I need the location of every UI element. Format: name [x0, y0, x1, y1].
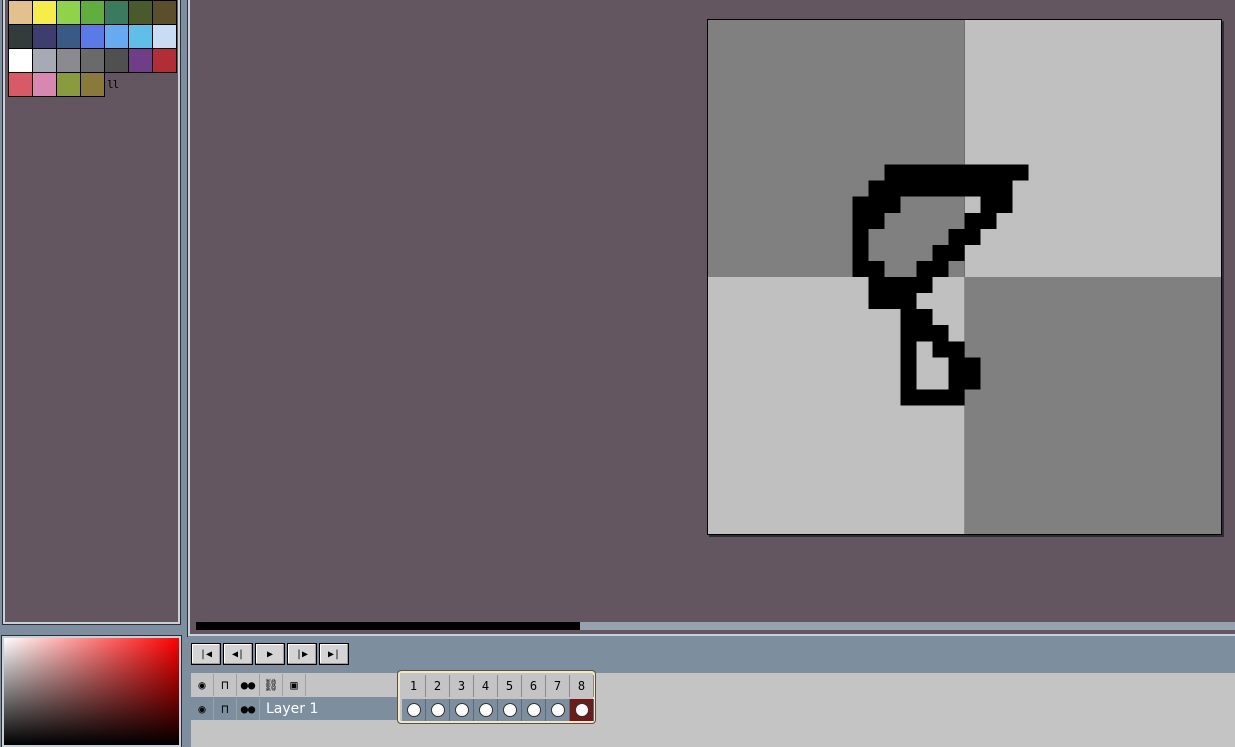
frame-cel[interactable] [426, 699, 450, 721]
palette-grid [8, 0, 177, 97]
frame-cel[interactable] [522, 699, 546, 721]
frame-cel-row [402, 699, 594, 721]
palette-swatch[interactable] [81, 73, 105, 97]
cel-dot-icon [502, 703, 517, 717]
cel-dot-icon [574, 703, 589, 717]
sprite-editor[interactable] [187, 0, 1235, 637]
frame-header[interactable]: 8 [570, 675, 594, 697]
continuous-icon[interactable]: ●● [237, 697, 260, 720]
frame-cel[interactable] [498, 699, 522, 721]
cel-dot-icon [406, 703, 421, 717]
palette-swatch[interactable] [57, 73, 81, 97]
eye-icon[interactable]: ◉ [191, 697, 214, 720]
cel-dot-icon [478, 703, 493, 717]
palette-swatch[interactable] [57, 25, 81, 49]
eye-icon[interactable]: ◉ [191, 673, 214, 696]
frame-header[interactable]: 6 [522, 675, 546, 697]
sprite-canvas[interactable] [707, 19, 1222, 535]
frame-cel[interactable] [450, 699, 474, 721]
palette-swatch[interactable] [33, 49, 57, 73]
palette-swatch[interactable] [153, 1, 177, 25]
frame-cel[interactable] [402, 699, 426, 721]
frame-header[interactable]: 4 [474, 675, 498, 697]
layer-row[interactable]: ◉ ⊓ ●● Layer 1 [191, 697, 397, 720]
last-frame-button[interactable]: ▶| [319, 643, 349, 665]
continuous-icon[interactable]: ●● [237, 673, 260, 696]
layers-area: ◉ ⊓ ●● ⛓ ▣ ◉ ⊓ ●● Layer 1 12345678 [191, 670, 1235, 747]
palette-swatch[interactable] [57, 49, 81, 73]
frame-cel[interactable] [474, 699, 498, 721]
frames-box: 12345678 [397, 670, 596, 724]
frame-header[interactable]: 3 [450, 675, 474, 697]
play-button[interactable]: ▶ [255, 643, 285, 665]
padlock-icon[interactable]: ⊓ [214, 673, 237, 696]
layer-name[interactable]: Layer 1 [260, 701, 318, 717]
color-picker-panel [1, 635, 182, 747]
padlock-icon[interactable]: ⊓ [214, 697, 237, 720]
cel-dot-icon [454, 703, 469, 717]
palette-swatch[interactable] [9, 73, 33, 97]
palette-swatch[interactable] [81, 49, 105, 73]
palette-swatch[interactable] [57, 1, 81, 25]
frame-cel[interactable] [546, 699, 570, 721]
timeline-header-row: ◉ ⊓ ●● ⛓ ▣ [191, 673, 397, 696]
palette-swatch[interactable] [153, 49, 177, 73]
link-icon[interactable]: ⛓ [260, 673, 283, 696]
previous-frame-button[interactable]: ◀| [223, 643, 253, 665]
last-frame-icon: ▶| [327, 648, 341, 660]
previous-frame-icon: ◀| [231, 648, 245, 660]
timeline-panel: |◀ ◀| ▶ |▶ ▶| ◉ ⊓ ●● ⛓ ▣ ◉ ⊓ ●● Layer 1 12345678 [188, 636, 1235, 747]
frame-header[interactable]: 7 [546, 675, 570, 697]
frame-header[interactable]: 1 [402, 675, 426, 697]
left-panel: ll [0, 0, 186, 632]
cel-dot-icon [526, 703, 541, 717]
palette-swatch[interactable] [33, 1, 57, 25]
palette-swatch[interactable] [129, 1, 153, 25]
frame-number-row: 12345678 [402, 675, 594, 697]
palette-swatch[interactable] [81, 25, 105, 49]
palette-resize-handle[interactable]: ll [107, 78, 119, 91]
palette-swatch[interactable] [129, 25, 153, 49]
palette-swatch[interactable] [33, 73, 57, 97]
next-frame-button[interactable]: |▶ [287, 643, 317, 665]
palette-swatch[interactable] [105, 1, 129, 25]
palette-swatch[interactable] [33, 25, 57, 49]
cel-dot-icon [430, 703, 445, 717]
next-frame-icon: |▶ [295, 648, 309, 660]
palette-swatch[interactable] [81, 1, 105, 25]
first-frame-icon: |◀ [199, 648, 213, 660]
palette-swatch[interactable] [105, 25, 129, 49]
play-icon: ▶ [266, 648, 274, 660]
onion-skin-icon[interactable]: ▣ [283, 673, 306, 696]
animation-controls: |◀ ◀| ▶ |▶ ▶| [191, 643, 349, 665]
palette-swatch[interactable] [153, 25, 177, 49]
palette-swatch[interactable] [129, 49, 153, 73]
palette-panel: ll [2, 0, 181, 625]
frame-cel[interactable] [570, 699, 594, 721]
palette-swatch[interactable] [9, 49, 33, 73]
palette-swatch[interactable] [9, 25, 33, 49]
color-spectrum[interactable] [4, 638, 179, 745]
frame-header[interactable]: 2 [426, 675, 450, 697]
cel-dot-icon [550, 703, 565, 717]
palette-swatch[interactable] [9, 1, 33, 25]
pixel-drawing [852, 164, 1029, 406]
first-frame-button[interactable]: |◀ [191, 643, 221, 665]
horizontal-scrollbar[interactable] [196, 622, 1235, 630]
scrollbar-thumb[interactable] [196, 622, 580, 630]
frame-header[interactable]: 5 [498, 675, 522, 697]
palette-swatch[interactable] [105, 49, 129, 73]
